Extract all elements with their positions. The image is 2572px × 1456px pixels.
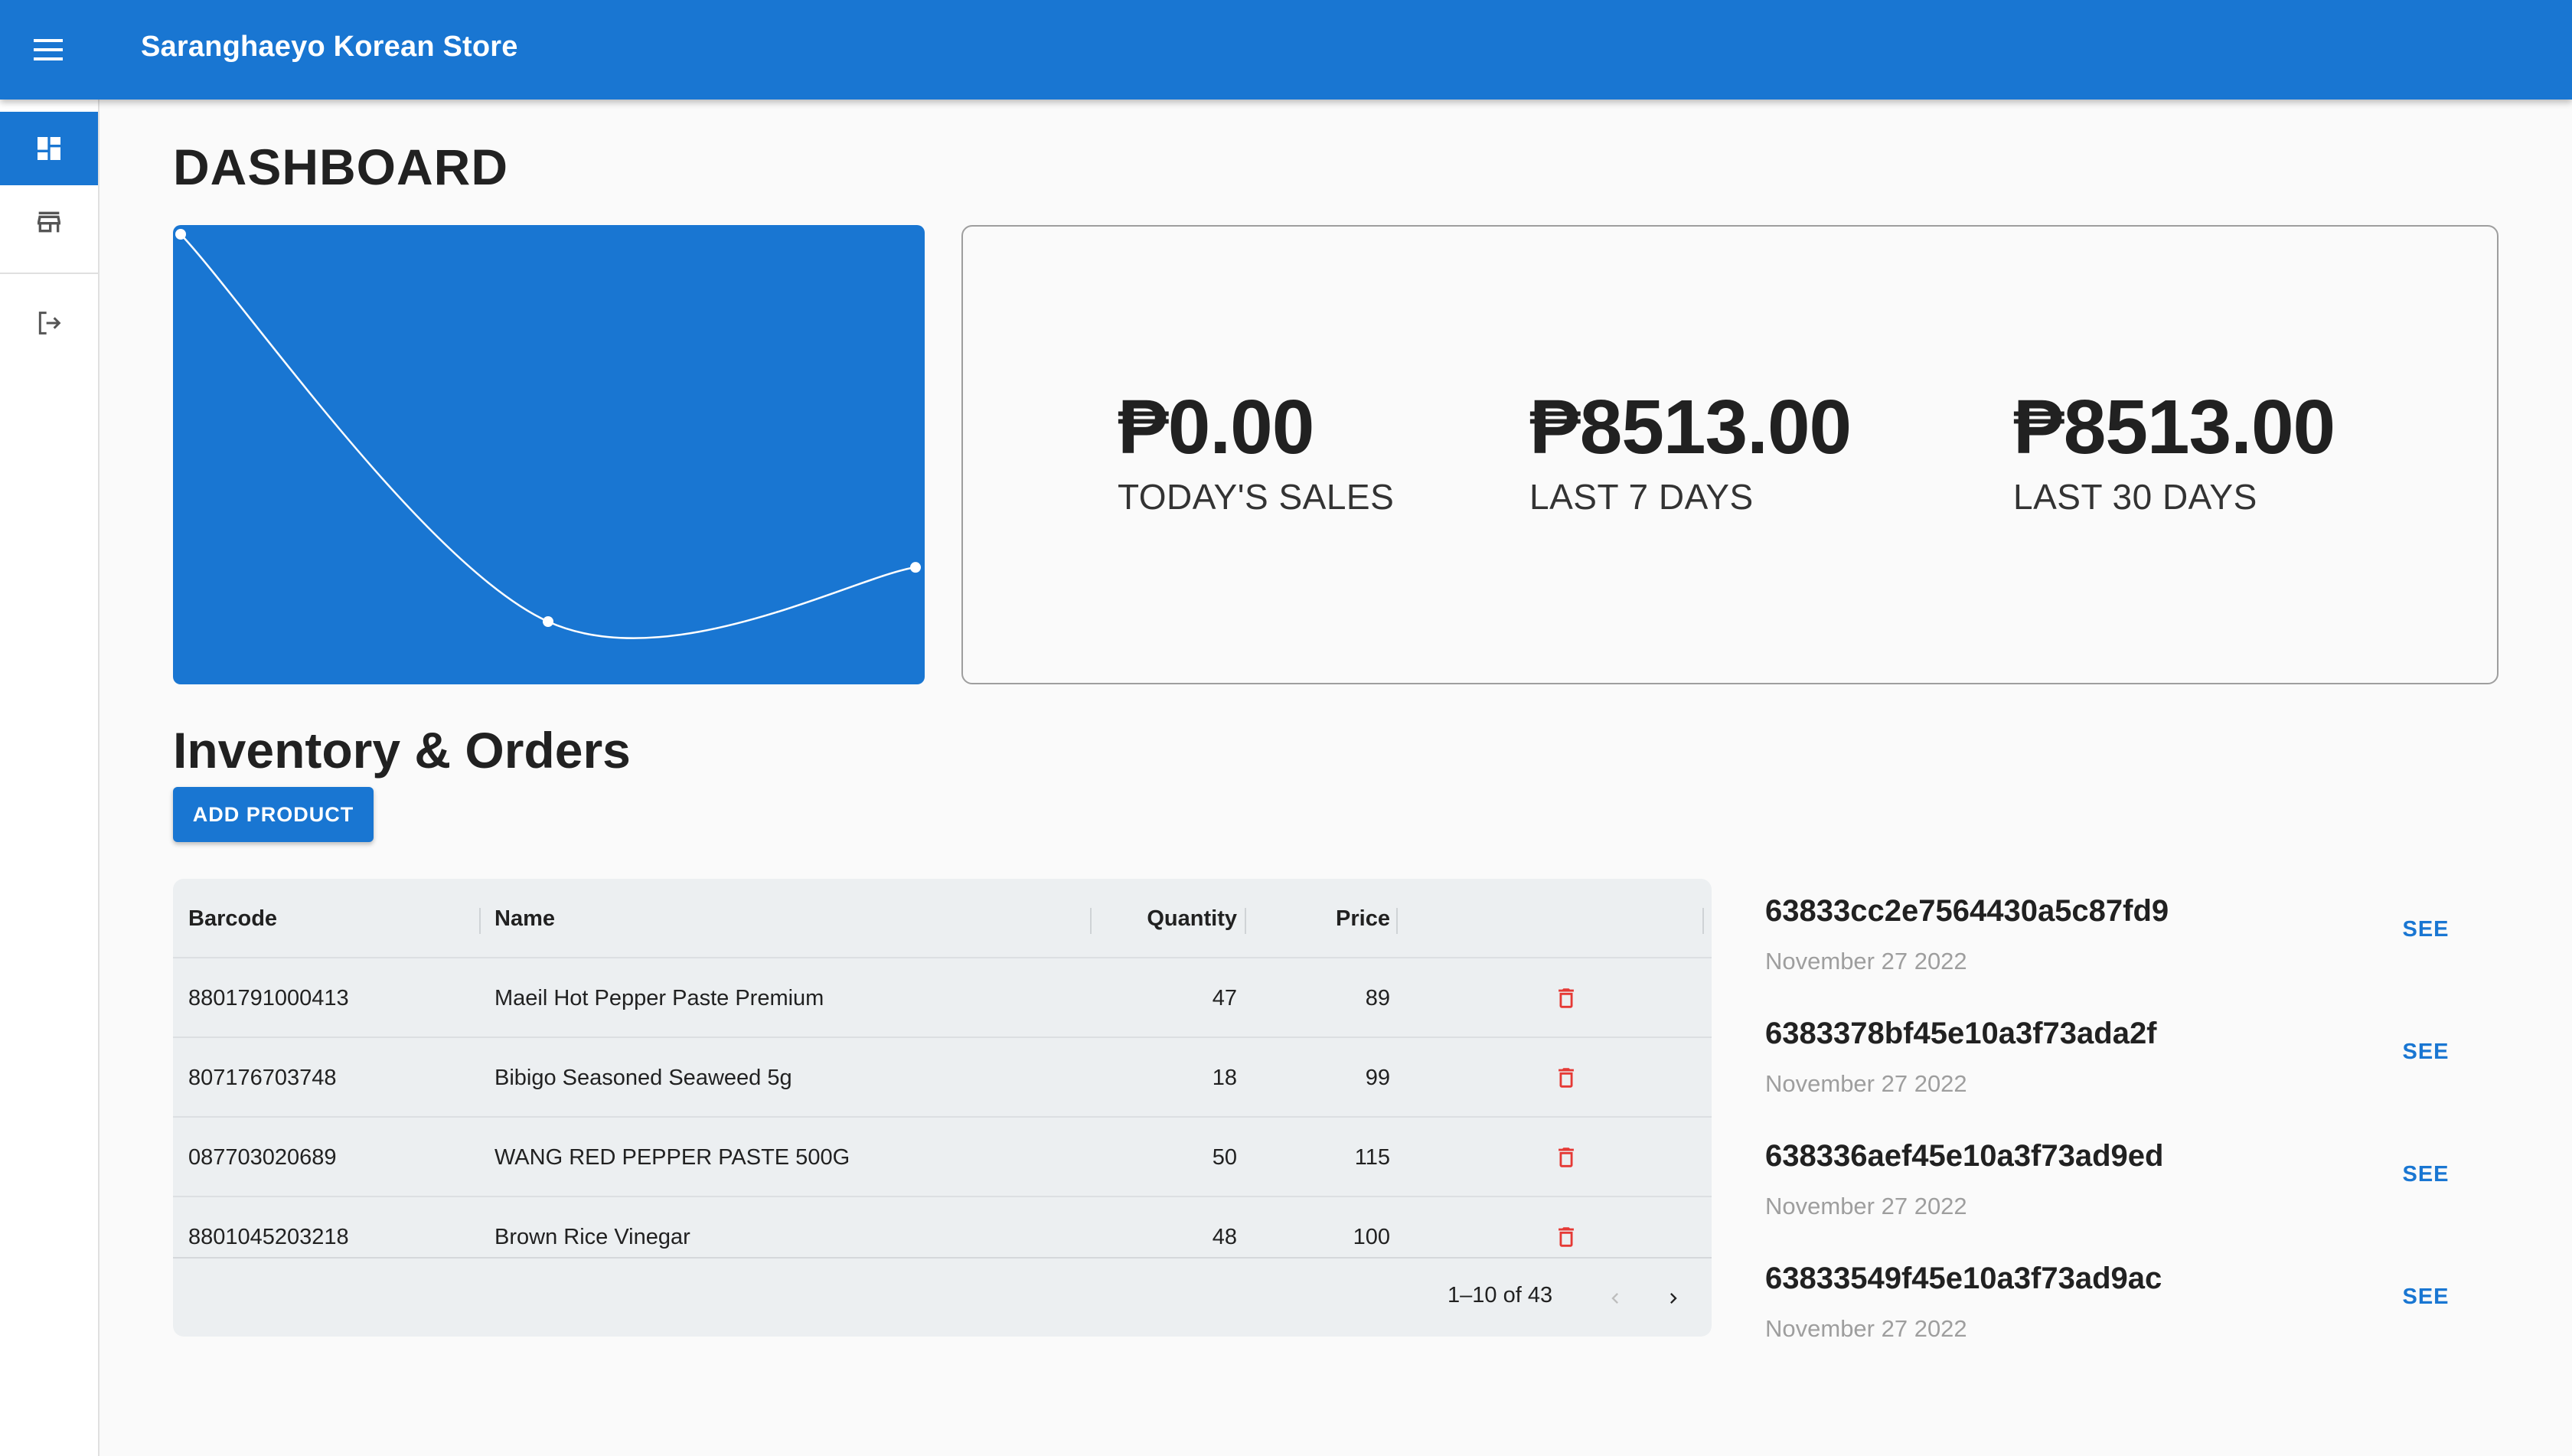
chevron-left-icon: [1611, 1293, 1618, 1304]
table-header-row: Barcode Name Quantity Price: [173, 879, 1712, 958]
order-date: November 27 2022: [1765, 1070, 1967, 1097]
cell-barcode: 087703020689: [188, 1144, 337, 1170]
cell-name: Maeil Hot Pepper Paste Premium: [494, 985, 824, 1010]
cell-name: WANG RED PEPPER PASTE 500G: [494, 1144, 850, 1170]
cell-quantity: 48: [1212, 1224, 1237, 1249]
cell-barcode: 8801045203218: [188, 1224, 349, 1249]
table-row[interactable]: 807176703748 Bibigo Seasoned Seaweed 5g …: [173, 1038, 1712, 1118]
rail-item-store[interactable]: [0, 185, 98, 259]
rail-divider: [0, 273, 98, 274]
stat-last-30-days: ₱8513.00 LAST 30 DAYS: [2013, 389, 2335, 514]
stat-value: ₱8513.00: [1529, 384, 1852, 470]
store-icon: [38, 211, 60, 233]
see-order-button[interactable]: SEE: [2391, 906, 2460, 952]
orders-list: 63833cc2e7564430a5c87fd9 November 27 202…: [1765, 894, 2492, 1340]
section-title: Inventory & Orders: [173, 722, 631, 779]
trash-icon: [1559, 988, 1574, 1008]
order-date: November 27 2022: [1765, 948, 1967, 974]
cell-quantity: 50: [1212, 1144, 1237, 1170]
sales-data-point[interactable]: [910, 562, 921, 573]
cell-barcode: 807176703748: [188, 1065, 337, 1090]
pagination-range: 1–10 of 43: [1448, 1283, 1553, 1307]
order-id: 63833cc2e7564430a5c87fd9: [1765, 894, 2169, 928]
stat-last-7-days: ₱8513.00 LAST 7 DAYS: [1529, 384, 1852, 517]
order-date: November 27 2022: [1765, 1315, 1967, 1340]
table-row[interactable]: 087703020689 WANG RED PEPPER PASTE 500G …: [173, 1118, 1712, 1197]
app-bar: Saranghaeyo Korean Store: [0, 0, 2572, 100]
cell-price: 89: [1365, 985, 1390, 1010]
column-separator[interactable]: [479, 908, 481, 934]
cell-price: 99: [1365, 1065, 1390, 1090]
side-rail: [0, 100, 100, 1456]
column-separator[interactable]: [1245, 908, 1246, 934]
delete-button[interactable]: [1528, 958, 1604, 1038]
stat-todays-sales: ₱0.00 TODAY'S SALES: [1118, 389, 1394, 514]
menu-button[interactable]: [23, 22, 73, 77]
cell-quantity: 18: [1212, 1065, 1237, 1090]
see-order-button[interactable]: SEE: [2391, 1274, 2460, 1320]
stat-value: ₱8513.00: [2013, 384, 2335, 470]
sales-chart-svg: [175, 229, 921, 639]
column-header-price[interactable]: Price: [1252, 879, 1390, 958]
column-separator[interactable]: [1702, 908, 1704, 934]
dashboard-icon: [38, 137, 60, 160]
order-id: 638336aef45e10a3f73ad9ed: [1765, 1139, 2164, 1173]
delete-button[interactable]: [1528, 1038, 1604, 1118]
column-header-quantity[interactable]: Quantity: [1099, 879, 1237, 958]
order-item: 63833549f45e10a3f73ad9ac November 27 202…: [1765, 1262, 2492, 1340]
column-separator[interactable]: [1396, 908, 1398, 934]
hamburger-menu-icon: [34, 39, 63, 60]
sales-chart: [173, 225, 925, 684]
see-order-button[interactable]: SEE: [2391, 1151, 2460, 1197]
previous-page-button[interactable]: [1592, 1275, 1638, 1321]
stat-label: TODAY'S SALES: [1118, 477, 1395, 517]
chevron-right-icon: [1670, 1293, 1677, 1304]
sales-stats-card: ₱0.00 TODAY'S SALES ₱8513.00 LAST 7 DAYS…: [961, 225, 2499, 684]
rail-item-logout[interactable]: [0, 286, 98, 360]
column-header-barcode[interactable]: Barcode: [188, 879, 479, 958]
delete-button[interactable]: [1528, 1118, 1604, 1197]
rail-item-dashboard[interactable]: [0, 112, 98, 185]
delete-button[interactable]: [1528, 1197, 1604, 1257]
order-item: 638336aef45e10a3f73ad9ed November 27 202…: [1765, 1139, 2492, 1262]
order-item: 63833cc2e7564430a5c87fd9 November 27 202…: [1765, 894, 2492, 1017]
next-page-button[interactable]: [1650, 1275, 1696, 1321]
trash-icon: [1559, 1068, 1574, 1088]
logout-icon: [38, 312, 61, 335]
add-product-button[interactable]: ADD PRODUCT: [173, 787, 374, 842]
cell-price: 115: [1354, 1144, 1390, 1170]
app-title: Saranghaeyo Korean Store: [141, 31, 518, 63]
order-id: 6383378bf45e10a3f73ada2f: [1765, 1017, 2157, 1050]
page-title: DASHBOARD: [173, 139, 508, 195]
order-item: 6383378bf45e10a3f73ada2f November 27 202…: [1765, 1017, 2492, 1139]
cell-quantity: 47: [1212, 985, 1237, 1010]
column-header-name[interactable]: Name: [494, 879, 877, 958]
cell-price: 100: [1353, 1224, 1390, 1249]
sales-data-point[interactable]: [175, 229, 186, 240]
trash-icon: [1559, 1227, 1574, 1247]
table-row[interactable]: 8801045203218 Brown Rice Vinegar 48 100: [173, 1197, 1712, 1257]
inventory-table: Barcode Name Quantity Price 880179100041…: [173, 879, 1712, 1337]
cell-name: Bibigo Seasoned Seaweed 5g: [494, 1065, 792, 1090]
trash-icon: [1559, 1147, 1574, 1167]
order-date: November 27 2022: [1765, 1193, 1967, 1219]
table-pagination: 1–10 of 43: [173, 1257, 1712, 1337]
sales-data-point[interactable]: [543, 616, 553, 627]
cell-name: Brown Rice Vinegar: [494, 1224, 690, 1249]
table-row[interactable]: 8801791000413 Maeil Hot Pepper Paste Pre…: [173, 958, 1712, 1038]
column-separator[interactable]: [1090, 908, 1092, 934]
stat-label: LAST 7 DAYS: [1529, 477, 1754, 517]
stat-label: LAST 30 DAYS: [2013, 477, 2257, 517]
order-id: 63833549f45e10a3f73ad9ac: [1765, 1262, 2162, 1295]
sales-series-line: [180, 233, 916, 639]
stat-value: ₱0.00: [1118, 384, 1314, 470]
cell-barcode: 8801791000413: [188, 985, 349, 1010]
see-order-button[interactable]: SEE: [2391, 1029, 2460, 1075]
